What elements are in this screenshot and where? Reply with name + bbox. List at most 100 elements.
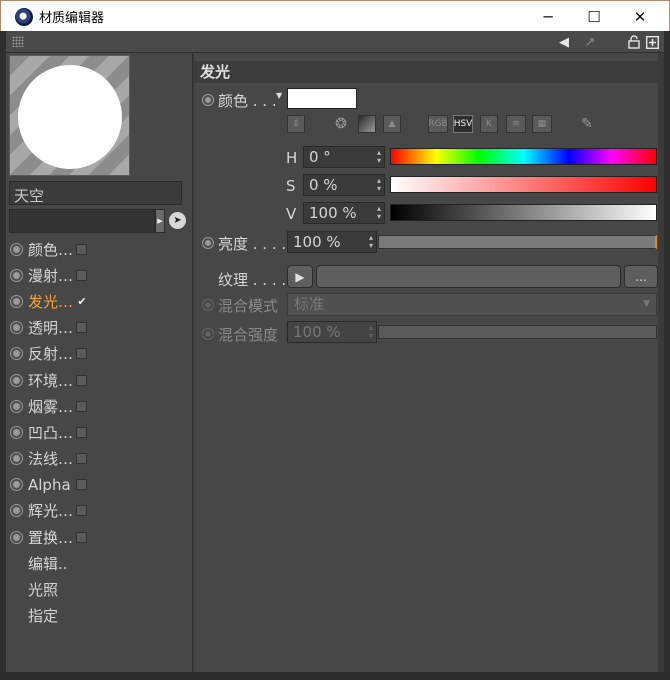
spinner-icon[interactable]: ▴ ▾	[377, 149, 381, 165]
layer-arrow-button[interactable]: ▶	[155, 209, 165, 233]
blend-strength-label: 混合强度	[218, 326, 279, 344]
blend-mode-value: 标准	[294, 295, 325, 313]
channel-alpha[interactable]: Alpha	[10, 472, 190, 498]
channel-fog[interactable]: 烟雾…	[10, 393, 190, 419]
channel-reflectance[interactable]: 反射…	[10, 341, 190, 367]
brightness-label: 亮度 . . . . .	[218, 235, 296, 253]
checkmark-icon[interactable]: ✔	[76, 295, 88, 308]
channel-label: 发光…	[28, 292, 74, 311]
texture-arrow-button[interactable]: ▶	[287, 265, 313, 288]
window-border-right	[664, 31, 670, 680]
layer-field[interactable]	[9, 209, 155, 233]
channel-radio[interactable]	[10, 504, 23, 518]
channel-checkbox[interactable]	[76, 531, 87, 543]
channel-radio[interactable]	[10, 321, 23, 335]
color-swatch[interactable]	[287, 88, 357, 109]
new-window-icon[interactable]	[644, 34, 660, 50]
saturation-label: S	[286, 177, 296, 195]
texture-browse-button[interactable]: ...	[624, 265, 658, 288]
channel-label: 颜色…	[28, 240, 74, 259]
channel-luminance[interactable]: 发光… ✔	[10, 288, 190, 314]
value-gradient-bar[interactable]	[390, 204, 657, 221]
channel-checkbox[interactable]	[76, 505, 87, 517]
brightness-field[interactable]: 100 % ▴ ▾	[287, 231, 377, 253]
spinner-icon[interactable]: ▴ ▾	[377, 177, 381, 193]
chevron-down-icon[interactable]: ▼	[276, 91, 282, 100]
channel-displacement[interactable]: 置换…	[10, 524, 190, 550]
channel-checkbox[interactable]	[76, 243, 87, 255]
edit-item[interactable]: 编辑..	[10, 550, 190, 576]
channel-radio[interactable]	[10, 373, 23, 387]
channel-label: 法线…	[28, 450, 74, 469]
channel-radio[interactable]	[10, 478, 23, 492]
hsv-mode-button[interactable]: HSV	[453, 115, 473, 133]
window-border-bottom	[0, 672, 670, 680]
channel-radio[interactable]	[10, 294, 23, 308]
maximize-button[interactable]: ☐	[571, 1, 617, 32]
spinner-icon[interactable]: ▴ ▾	[369, 234, 373, 250]
brightness-value: 100 %	[293, 233, 341, 251]
channel-checkbox[interactable]	[76, 322, 87, 334]
value-label: V	[286, 205, 297, 223]
material-preview[interactable]	[9, 55, 130, 176]
assign-item[interactable]: 指定	[10, 602, 190, 628]
channel-transparency[interactable]: 透明…	[10, 315, 190, 341]
blend-mode-radio	[202, 299, 214, 311]
brightness-slider[interactable]	[378, 235, 657, 249]
channel-radio[interactable]	[10, 347, 23, 361]
hue-field[interactable]: 0 ° ▴ ▾	[303, 146, 385, 168]
pick-cursor-icon[interactable]: ➤	[169, 212, 186, 229]
channel-radio[interactable]	[10, 530, 23, 544]
image-icon[interactable]: ▲	[383, 115, 401, 133]
channel-checkbox[interactable]	[76, 479, 87, 491]
channel-checkbox[interactable]	[76, 348, 87, 360]
kelvin-mode-button[interactable]: K	[480, 115, 498, 133]
channel-checkbox[interactable]	[76, 426, 87, 438]
channel-radio[interactable]	[10, 425, 23, 439]
blend-strength-radio	[202, 328, 214, 340]
spinner-icon[interactable]: ▴ ▾	[377, 205, 381, 221]
arrow-diag-icon[interactable]: ↗	[582, 34, 598, 50]
channel-radio[interactable]	[10, 268, 23, 282]
channel-checkbox[interactable]	[76, 400, 87, 412]
rgb-mode-button[interactable]: RGB	[428, 115, 448, 133]
gradient-icon[interactable]	[358, 115, 376, 133]
channel-checkbox[interactable]	[76, 374, 87, 386]
arrow-left-icon[interactable]: ◀	[556, 34, 572, 50]
brightness-radio[interactable]	[202, 237, 214, 249]
eyedropper-icon[interactable]: ✎	[578, 115, 596, 133]
channel-normal[interactable]: 法线…	[10, 446, 190, 472]
channel-color[interactable]: 颜色…	[10, 236, 190, 262]
channel-checkbox[interactable]	[76, 269, 87, 281]
hue-gradient-bar[interactable]	[390, 148, 657, 165]
channel-checkbox[interactable]	[76, 453, 87, 465]
channel-diffusion[interactable]: 漫射…	[10, 262, 190, 288]
texture-label: 纹理 . . . . .	[218, 271, 296, 289]
color-label: 颜色 . . .	[218, 92, 277, 110]
grip-icon[interactable]	[12, 36, 24, 47]
channel-bump[interactable]: 凹凸…	[10, 419, 190, 445]
channel-environment[interactable]: 环境…	[10, 367, 190, 393]
close-button[interactable]: ✕	[617, 1, 663, 32]
channel-radio[interactable]	[10, 452, 23, 466]
lock-icon[interactable]	[626, 34, 642, 50]
minimize-button[interactable]: ─	[525, 1, 571, 32]
color-radio[interactable]	[202, 94, 214, 106]
hue-label: H	[286, 149, 298, 167]
channel-radio[interactable]	[10, 399, 23, 413]
texture-field[interactable]	[316, 265, 621, 288]
swatches-icon[interactable]: ▦	[532, 115, 552, 133]
material-channel-panel: 天空 ▶ ➤ 颜色… 漫射… 发光… ✔ 透明… 反射… 环境… 烟雾… 凹凸……	[6, 53, 193, 672]
sliders-icon[interactable]: ≡	[506, 115, 526, 133]
channel-radio[interactable]	[10, 242, 23, 256]
blend-strength-field: 100 % ▴ ▾	[287, 321, 377, 343]
saturation-gradient-bar[interactable]	[390, 176, 657, 193]
saturation-field[interactable]: 0 % ▴ ▾	[303, 174, 385, 196]
color-picker-spectrum-icon[interactable]: ⇕	[287, 115, 305, 133]
illumination-item[interactable]: 光照	[10, 576, 190, 602]
editor-toolbar: ◀ ↗	[6, 31, 664, 53]
value-field[interactable]: 100 % ▴ ▾	[303, 202, 385, 224]
material-name-field[interactable]: 天空	[9, 181, 182, 205]
channel-glow[interactable]: 辉光…	[10, 498, 190, 524]
color-wheel-icon[interactable]: ❂	[332, 115, 350, 133]
